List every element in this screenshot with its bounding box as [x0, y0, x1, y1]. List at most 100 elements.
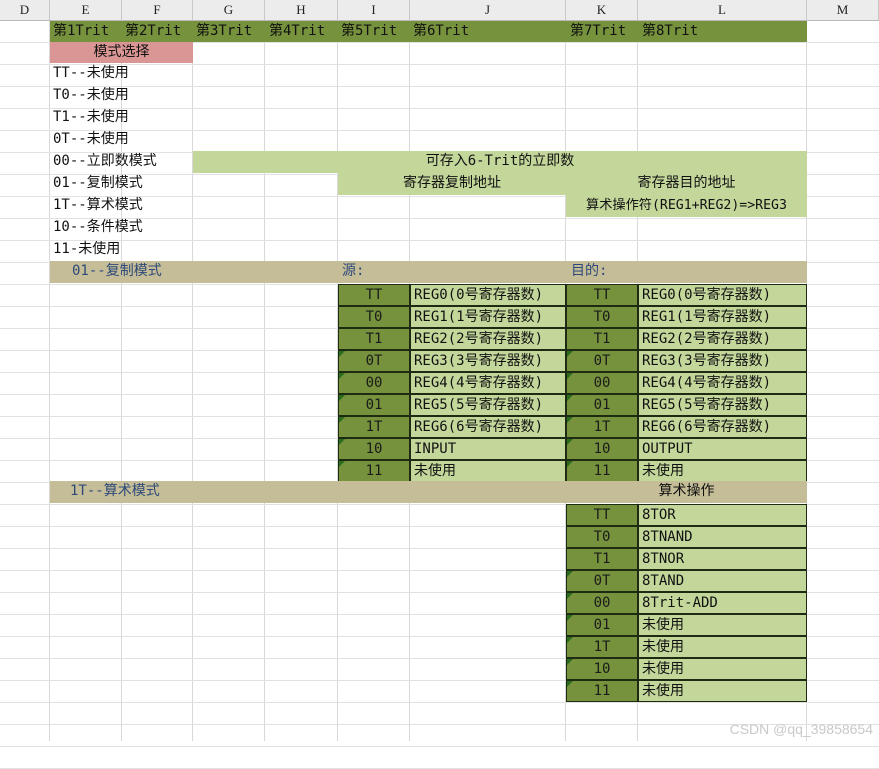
src-desc-cell[interactable]: REG1(1号寄存器数) — [410, 306, 566, 328]
src-desc-cell[interactable]: REG5(5号寄存器数) — [410, 394, 566, 416]
dst-code-cell[interactable]: 10 — [566, 438, 638, 460]
src-desc-cell[interactable]: INPUT — [410, 438, 566, 460]
arith-desc-cell[interactable]: 未使用 — [638, 658, 807, 680]
arith-code-cell[interactable]: 0T — [566, 570, 638, 592]
mode-item[interactable]: T1--未使用 — [53, 107, 129, 129]
column-header-e[interactable]: E — [50, 0, 122, 20]
mode-item[interactable]: TT--未使用 — [53, 63, 129, 85]
src-code-cell[interactable]: T1 — [338, 328, 410, 350]
dst-code-cell[interactable]: T0 — [566, 306, 638, 328]
arith-desc-cell[interactable]: 未使用 — [638, 636, 807, 658]
src-desc-cell[interactable]: REG2(2号寄存器数) — [410, 328, 566, 350]
mode-select-label[interactable]: 模式选择 — [50, 42, 193, 63]
arith-op-label[interactable]: 算术操作 — [566, 481, 807, 503]
arith-section-title[interactable]: 1T--算术模式 — [70, 481, 160, 503]
arith-desc-cell[interactable]: 8Trit-ADD — [638, 592, 807, 614]
arith-desc-cell[interactable]: 8TNOR — [638, 548, 807, 570]
arith-desc-cell[interactable]: 未使用 — [638, 680, 807, 702]
mode-item[interactable]: 0T--未使用 — [53, 129, 129, 151]
arith-code-cell[interactable]: T0 — [566, 526, 638, 548]
cell-error-marker-icon — [339, 461, 345, 467]
dst-desc-cell[interactable]: REG2(2号寄存器数) — [638, 328, 807, 350]
dst-desc-cell[interactable]: REG6(6号寄存器数) — [638, 416, 807, 438]
src-code-cell[interactable]: T0 — [338, 306, 410, 328]
src-code-cell[interactable]: 00 — [338, 372, 410, 394]
cell-error-marker-icon — [567, 637, 573, 643]
src-desc-cell[interactable]: REG3(3号寄存器数) — [410, 350, 566, 372]
arith-code-cell[interactable]: T1 — [566, 548, 638, 570]
trit-header-5[interactable]: 第5Trit — [341, 21, 397, 42]
arith-code-cell[interactable]: 01 — [566, 614, 638, 636]
column-header-j[interactable]: J — [410, 0, 566, 20]
trit-header-8[interactable]: 第8Trit — [642, 21, 698, 42]
dst-desc-cell[interactable]: REG5(5号寄存器数) — [638, 394, 807, 416]
copy-src-addr[interactable]: 寄存器复制地址 — [403, 175, 501, 191]
column-header-h[interactable]: H — [265, 0, 338, 20]
dst-desc-cell[interactable]: OUTPUT — [638, 438, 807, 460]
arith-desc-cell[interactable]: 8TOR — [638, 504, 807, 526]
column-header-l[interactable]: L — [638, 0, 807, 20]
arith-code-cell[interactable]: 00 — [566, 592, 638, 614]
mode-item[interactable]: 1T--算术模式 — [53, 195, 143, 217]
grid-hline — [0, 746, 879, 747]
trit-header-2[interactable]: 第2Trit — [125, 21, 181, 42]
src-code-cell[interactable]: TT — [338, 284, 410, 306]
dst-code: 10 — [593, 441, 611, 457]
src-desc-cell[interactable]: 未使用 — [410, 460, 566, 482]
column-header-f[interactable]: F — [122, 0, 193, 20]
dst-code-cell[interactable]: TT — [566, 284, 638, 306]
arith-code: 00 — [593, 595, 611, 611]
src-desc-cell[interactable]: REG6(6号寄存器数) — [410, 416, 566, 438]
src-code-cell[interactable]: 1T — [338, 416, 410, 438]
arith-desc[interactable]: 算术操作符(REG1+REG2)=>REG3 — [586, 198, 787, 213]
column-header-m[interactable]: M — [807, 0, 879, 20]
copy-section-band — [50, 261, 807, 283]
immediate-text[interactable]: 可存入6-Trit的立即数 — [426, 153, 575, 169]
src-desc-cell[interactable]: REG0(0号寄存器数) — [410, 284, 566, 306]
dst-desc-cell[interactable]: 未使用 — [638, 460, 807, 482]
arith-desc-cell[interactable]: 8TNAND — [638, 526, 807, 548]
dst-desc-cell[interactable]: REG4(4号寄存器数) — [638, 372, 807, 394]
dst-desc-cell[interactable]: REG1(1号寄存器数) — [638, 306, 807, 328]
src-code: 1T — [365, 419, 383, 435]
dst-code-cell[interactable]: 01 — [566, 394, 638, 416]
column-header-k[interactable]: K — [566, 0, 638, 20]
arith-desc-cell[interactable]: 8TAND — [638, 570, 807, 592]
src-code-cell[interactable]: 10 — [338, 438, 410, 460]
column-header-g[interactable]: G — [193, 0, 265, 20]
dst-code-cell[interactable]: T1 — [566, 328, 638, 350]
src-label[interactable]: 源: — [342, 261, 364, 283]
trit-header-4[interactable]: 第4Trit — [269, 21, 325, 42]
dst-code-cell[interactable]: 0T — [566, 350, 638, 372]
src-code-cell[interactable]: 0T — [338, 350, 410, 372]
arith-code-cell[interactable]: 11 — [566, 680, 638, 702]
dst-code-cell[interactable]: 11 — [566, 460, 638, 482]
trit-header-6[interactable]: 第6Trit — [413, 21, 469, 42]
dst-label[interactable]: 目的: — [571, 261, 607, 283]
arith-desc-cell[interactable]: 未使用 — [638, 614, 807, 636]
mode-item[interactable]: T0--未使用 — [53, 85, 129, 107]
arith-code-cell[interactable]: TT — [566, 504, 638, 526]
dst-code-cell[interactable]: 1T — [566, 416, 638, 438]
column-header-d[interactable]: D — [0, 0, 50, 20]
arith-code-cell[interactable]: 1T — [566, 636, 638, 658]
arith-code-cell[interactable]: 10 — [566, 658, 638, 680]
src-code-cell[interactable]: 11 — [338, 460, 410, 482]
src-code-cell[interactable]: 01 — [338, 394, 410, 416]
mode-item[interactable]: 11-未使用 — [53, 239, 120, 261]
mode-item[interactable]: 01--复制模式 — [53, 173, 143, 195]
trit-header-1[interactable]: 第1Trit — [53, 21, 109, 42]
trit-header-7[interactable]: 第7Trit — [570, 21, 626, 42]
dst-code-cell[interactable]: 00 — [566, 372, 638, 394]
dst-code: 0T — [593, 353, 611, 369]
dst-desc-cell[interactable]: REG3(3号寄存器数) — [638, 350, 807, 372]
mode-item[interactable]: 00--立即数模式 — [53, 151, 157, 173]
trit-header-3[interactable]: 第3Trit — [196, 21, 252, 42]
column-header-i[interactable]: I — [338, 0, 410, 20]
dest-addr[interactable]: 寄存器目的地址 — [638, 175, 736, 191]
copy-section-title[interactable]: 01--复制模式 — [72, 261, 162, 283]
src-desc-cell[interactable]: REG4(4号寄存器数) — [410, 372, 566, 394]
grid-vline — [49, 21, 50, 741]
dst-desc-cell[interactable]: REG0(0号寄存器数) — [638, 284, 807, 306]
mode-item[interactable]: 10--条件模式 — [53, 217, 143, 239]
